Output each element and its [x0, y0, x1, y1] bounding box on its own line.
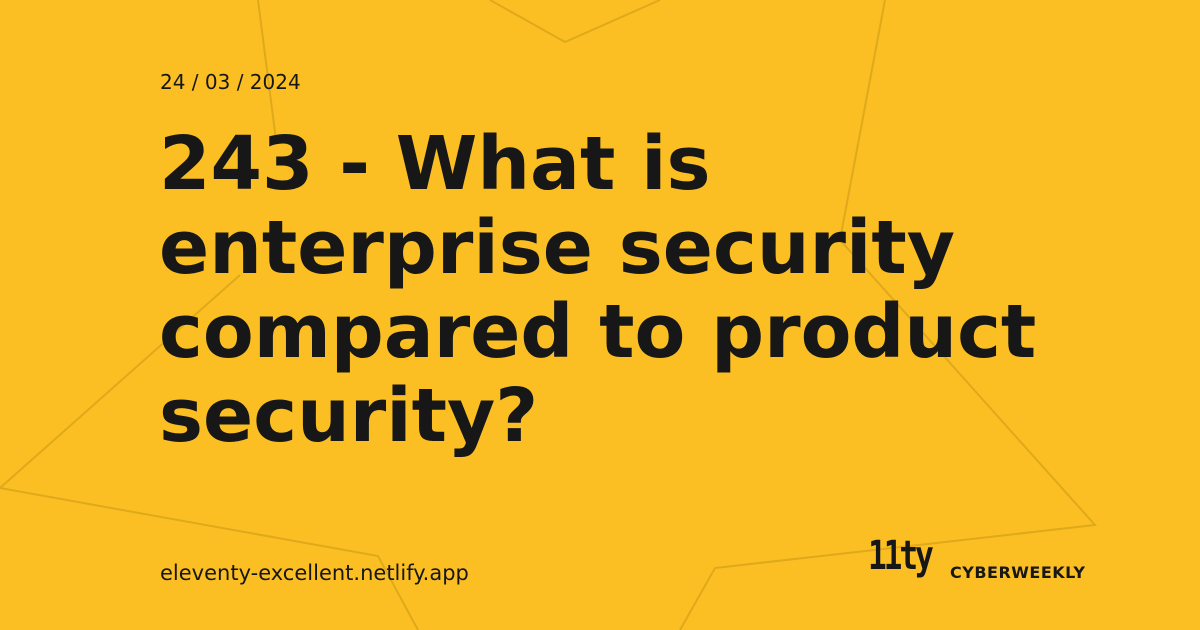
social-share-card: 24 / 03 / 2024 243 - What is enterprise …: [0, 0, 1200, 630]
brand-name: CYBERWEEKLY: [950, 563, 1086, 582]
star-outline-top-v: [489, 0, 661, 44]
site-url: eleventy-excellent.netlify.app: [160, 561, 469, 585]
eleventy-logo: 11ty: [868, 533, 934, 579]
publish-date: 24 / 03 / 2024: [160, 70, 301, 94]
article-title: 243 - What is enterprise security compar…: [159, 121, 1037, 459]
